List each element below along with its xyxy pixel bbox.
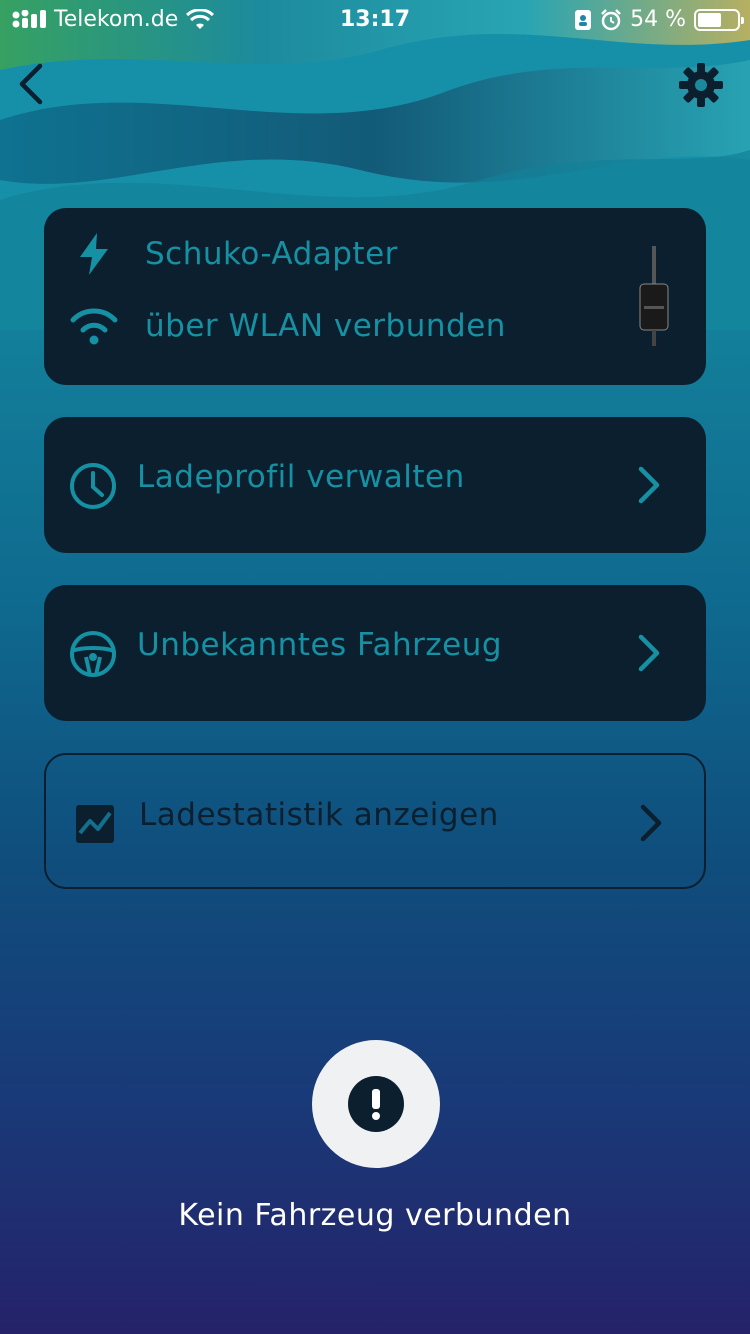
device-connection-row: über WLAN verbunden — [44, 306, 506, 346]
battery-percent: 54 % — [630, 7, 686, 32]
clock-icon — [70, 463, 116, 509]
device-name: Schuko-Adapter — [145, 236, 398, 272]
adapter-image — [639, 246, 669, 346]
chart-icon — [76, 805, 114, 843]
chevron-left-icon — [19, 63, 43, 105]
no-vehicle-message: Kein Fahrzeug verbunden — [178, 1198, 572, 1233]
menu-item-label: Ladestatistik anzeigen — [139, 797, 499, 833]
device-card: Schuko-Adapter über WLAN verbunden — [44, 208, 706, 385]
alert-badge — [312, 1040, 440, 1168]
battery-icon — [694, 8, 744, 31]
lightning-icon — [80, 233, 108, 275]
menu-item-label: Ladeprofil verwalten — [137, 459, 465, 495]
menu-item-charging-profile[interactable]: Ladeprofil verwalten — [44, 417, 706, 553]
device-name-row: Schuko-Adapter — [44, 232, 398, 276]
device-connection: über WLAN verbunden — [145, 308, 506, 344]
exclamation-icon — [372, 1089, 380, 1120]
alarm-icon — [601, 8, 621, 30]
menu-item-statistics[interactable]: Ladestatistik anzeigen — [44, 753, 706, 889]
back-button[interactable] — [14, 62, 54, 106]
chevron-right-icon — [638, 466, 660, 504]
menu-item-vehicle[interactable]: Unbekanntes Fahrzeug — [44, 585, 706, 721]
steering-wheel-icon — [70, 631, 116, 677]
status-bar: Telekom.de 13:17 54 % — [0, 0, 750, 40]
settings-button[interactable] — [676, 60, 726, 110]
chevron-right-icon — [638, 634, 660, 672]
portrait-lock-icon — [575, 9, 592, 30]
chevron-right-icon — [640, 804, 662, 842]
wifi-icon — [70, 308, 118, 345]
menu-item-label: Unbekanntes Fahrzeug — [137, 627, 503, 663]
